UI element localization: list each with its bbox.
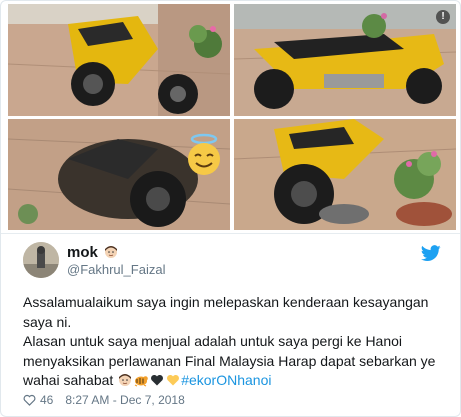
- like-count[interactable]: 46: [40, 393, 53, 407]
- heart-icon[interactable]: [23, 394, 36, 406]
- motorcycle-photo-3[interactable]: [8, 119, 230, 230]
- man-face-emoji: [119, 374, 132, 386]
- hashtag-link[interactable]: #ekorONhanoi: [181, 372, 271, 388]
- divider: [1, 233, 460, 234]
- man-face-emoji: [105, 246, 117, 258]
- motorcycle-photo-1[interactable]: [8, 4, 230, 116]
- twitter-bird-icon[interactable]: [421, 245, 441, 262]
- user-handle[interactable]: @Fakhrul_Faizal: [67, 262, 165, 277]
- tiger-emoji: [134, 376, 148, 387]
- black-heart-emoji: [151, 374, 164, 386]
- yellow-heart-emoji: [167, 374, 180, 386]
- timestamp[interactable]: 8:27 AM - Dec 7, 2018: [65, 393, 184, 407]
- tweet-card: ! mok @Fakhrul_Faizal Assalamualaikum sa…: [0, 0, 461, 417]
- tweet-text: Assalamualaikum saya ingin melepaskan ke…: [23, 293, 453, 391]
- display-name[interactable]: mok: [67, 244, 98, 261]
- photo-grid: !: [8, 4, 456, 230]
- tweet-text-line-1: Assalamualaikum saya ingin melepaskan ke…: [23, 294, 429, 330]
- smiling-face-with-halo-emoji: [188, 133, 220, 175]
- info-icon[interactable]: !: [436, 10, 450, 24]
- tweet-text-line-2: Alasan untuk saya menjual adalah untuk s…: [23, 332, 453, 391]
- motorcycle-photo-2[interactable]: !: [234, 4, 456, 116]
- avatar[interactable]: [23, 242, 59, 278]
- motorcycle-photo-4[interactable]: [234, 119, 456, 230]
- tweet-footer: 46 8:27 AM - Dec 7, 2018: [23, 393, 185, 407]
